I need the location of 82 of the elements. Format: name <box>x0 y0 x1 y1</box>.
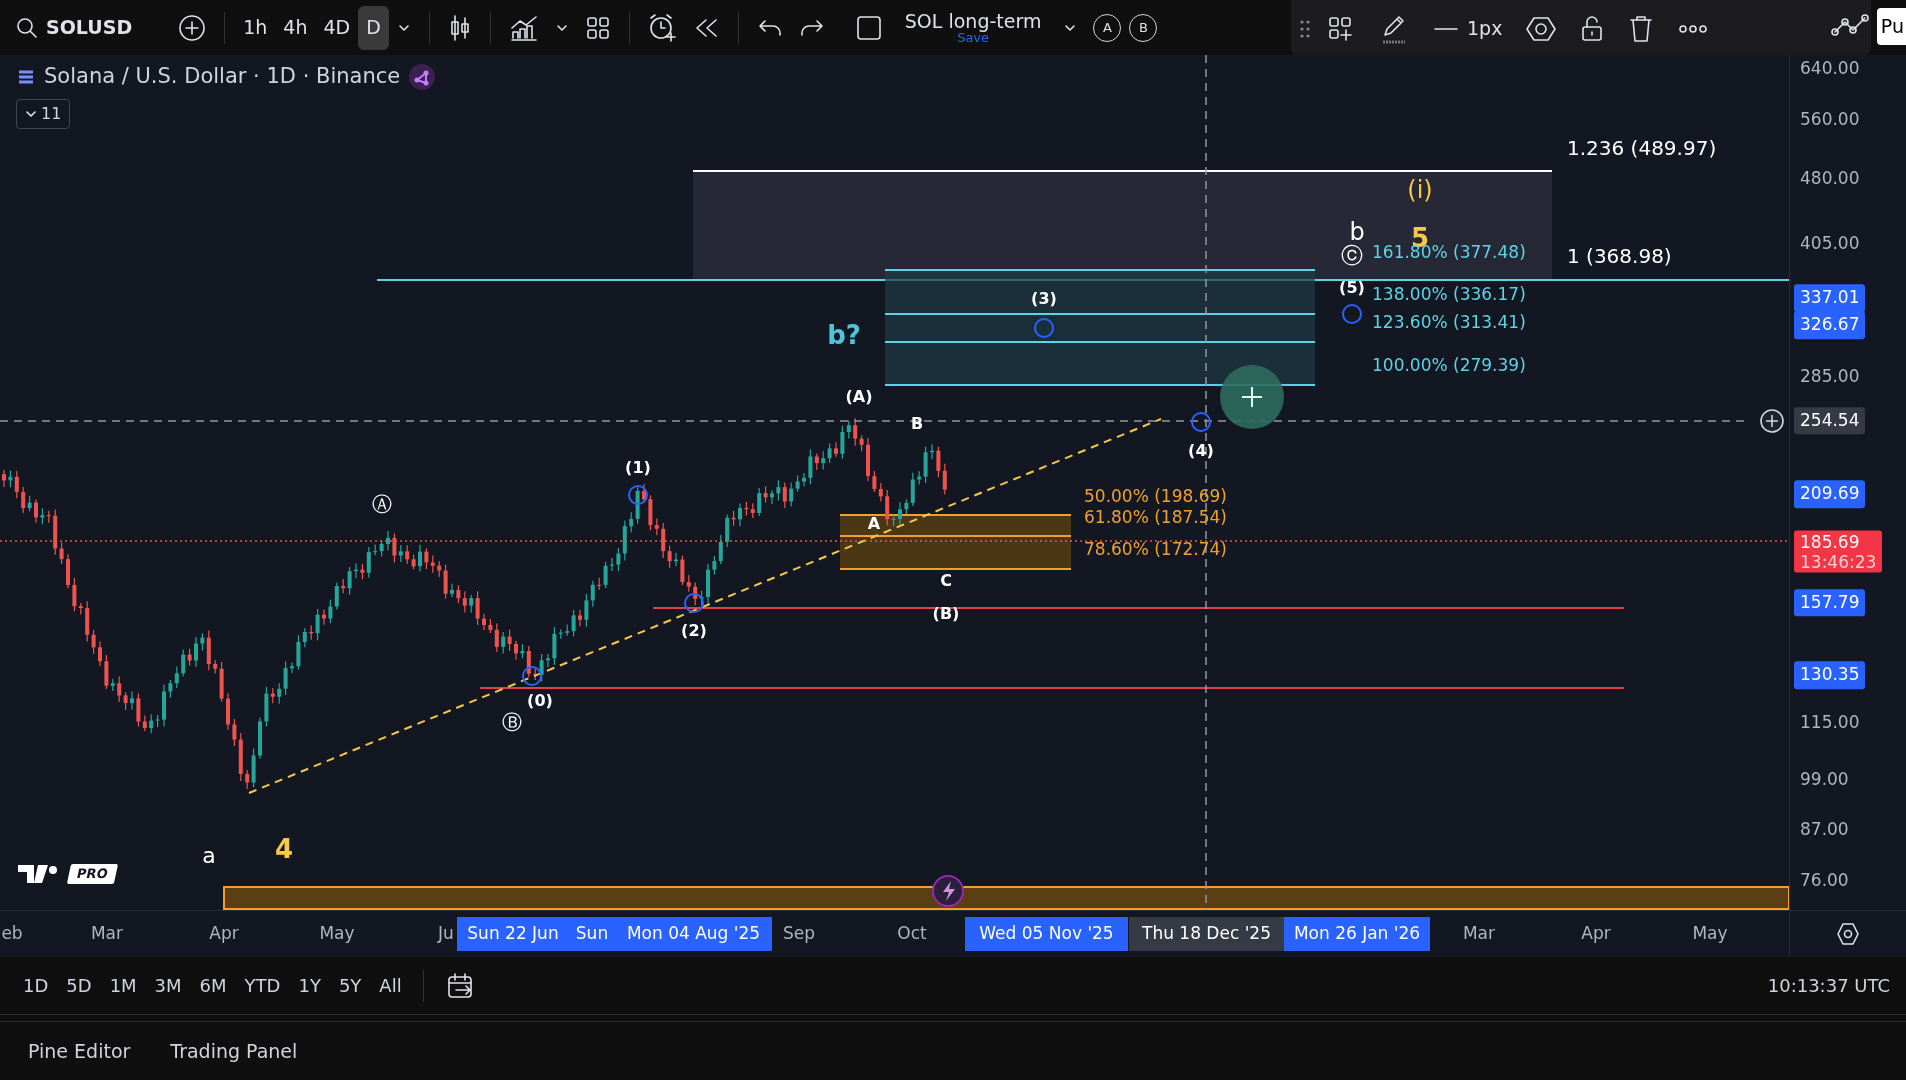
wave-label: (A) <box>845 386 873 406</box>
price-tick-label: 560.00 <box>1799 108 1861 132</box>
price-tick-label: 76.00 <box>1799 869 1850 893</box>
time-range-button[interactable]: 5D <box>59 968 99 1003</box>
indicators-toggle-button[interactable]: 11 <box>16 98 71 129</box>
time-range-button[interactable]: 1M <box>102 968 144 1003</box>
interval-tab[interactable]: 4h <box>275 5 316 50</box>
time-range-button[interactable]: 5Y <box>331 968 369 1003</box>
time-tick-label: Mar <box>89 922 125 946</box>
time-tick-label: Apr <box>1580 922 1612 946</box>
fibonacci-level-label: 138.00% (336.17) <box>1372 284 1526 304</box>
time-range-button[interactable]: YTD <box>237 968 288 1003</box>
selected-range-label: Sun <box>569 917 615 951</box>
time-tick-label: Apr <box>208 922 240 946</box>
interval-tab[interactable]: 1h <box>235 5 276 50</box>
price-tick-label: 285.00 <box>1799 365 1861 389</box>
wave-label: 4 <box>274 834 294 864</box>
price-tick-label: 640.00 <box>1799 57 1861 81</box>
crosshair-price-label: 254.54 <box>1794 406 1866 435</box>
interval-tab[interactable]: 4D <box>315 5 359 50</box>
wave-label: Ⓐ <box>372 492 392 516</box>
time-tick-label: Mar <box>1461 922 1497 946</box>
time-tick-label: Oct <box>896 922 928 946</box>
time-marker-label: Wed 05 Nov '25 <box>965 917 1128 951</box>
time-range-button[interactable]: 3M <box>147 968 189 1003</box>
selected-range-label: Mon 04 Aug '25 <box>615 917 772 951</box>
time-tick-label: Ju <box>436 922 455 946</box>
wave-label: A <box>867 513 881 533</box>
price-tick-label: 405.00 <box>1799 231 1861 255</box>
time-range-button[interactable]: 1Y <box>291 968 328 1003</box>
price-tick-label: 99.00 <box>1799 768 1850 792</box>
wave-label: (4) <box>1188 440 1214 460</box>
wave-label: (B) <box>932 603 960 623</box>
price-tick-label: 115.00 <box>1799 711 1861 735</box>
wave-label: (0) <box>527 690 553 710</box>
panel-tab[interactable]: Trading Panel <box>158 1032 310 1070</box>
wave-label: (2) <box>681 620 707 640</box>
wave-label: ⓒ <box>1341 242 1363 268</box>
price-tick-label: 480.00 <box>1799 167 1861 191</box>
wave-label: (3) <box>1031 288 1057 308</box>
fibonacci-level-label: 78.60% (172.74) <box>1084 539 1227 559</box>
price-level-label: 157.79 <box>1794 588 1866 617</box>
current-price-label: 185.69 13:46:23 <box>1794 530 1883 573</box>
panel-tab[interactable]: Pine Editor <box>16 1032 143 1070</box>
layout-name: SOL long-term <box>904 11 1042 31</box>
extension-level-label: 1.236 (489.97) <box>1567 136 1717 160</box>
fibonacci-level-label: 123.60% (313.41) <box>1372 312 1526 332</box>
wave-label: b? <box>827 320 861 350</box>
price-level-label: 337.01 <box>1794 284 1866 313</box>
wave-label: B <box>910 413 924 433</box>
line-width-button[interactable]: 1px <box>1425 15 1511 42</box>
time-range-button[interactable]: 6M <box>192 968 234 1003</box>
publish-button[interactable]: Pu <box>1876 8 1906 45</box>
time-tick-label: Sep <box>781 922 816 946</box>
time-tick-label: May <box>1691 922 1729 946</box>
crosshair-time-label: Thu 18 Dec '25 <box>1129 917 1284 951</box>
time-range-button[interactable]: 1D <box>16 968 56 1003</box>
symbol-search-button[interactable]: SOLUSD <box>8 12 141 43</box>
time-tick-label: May <box>318 922 356 946</box>
price-tick-label: 87.00 <box>1799 817 1850 841</box>
wave-label: (i) <box>1407 176 1433 204</box>
wave-label: (1) <box>625 457 651 477</box>
layout-name-button[interactable]: SOL long-term Save <box>890 9 1056 46</box>
fibonacci-level-label: 100.00% (279.39) <box>1372 355 1526 375</box>
fibonacci-level-label: 61.80% (187.54) <box>1084 507 1227 527</box>
price-level-label: 209.69 <box>1794 480 1866 509</box>
clock-time: 10:13:37 UTC <box>1767 974 1890 998</box>
wave-label: C <box>940 570 952 590</box>
plan-badge: PRO <box>66 864 118 884</box>
time-marker-label: Mon 26 Jan '26 <box>1284 917 1430 951</box>
time-range-button[interactable]: All <box>372 968 409 1003</box>
chart-title: Solana / U.S. Dollar · 1D · Binance <box>44 63 401 90</box>
time-tick-label: eb <box>0 922 24 946</box>
price-level-label: 130.35 <box>1794 661 1866 690</box>
price-level-label: 326.67 <box>1794 311 1866 340</box>
selected-range-label: Sun 22 Jun <box>457 917 569 951</box>
extension-level-label: 1 (368.98) <box>1567 244 1672 268</box>
interval-tab[interactable]: D <box>358 5 389 50</box>
wave-label: Ⓑ <box>502 710 522 734</box>
wave-label: (5) <box>1339 277 1365 297</box>
wave-label: a <box>202 842 216 868</box>
fibonacci-level-label: 50.00% (198.69) <box>1084 486 1227 506</box>
